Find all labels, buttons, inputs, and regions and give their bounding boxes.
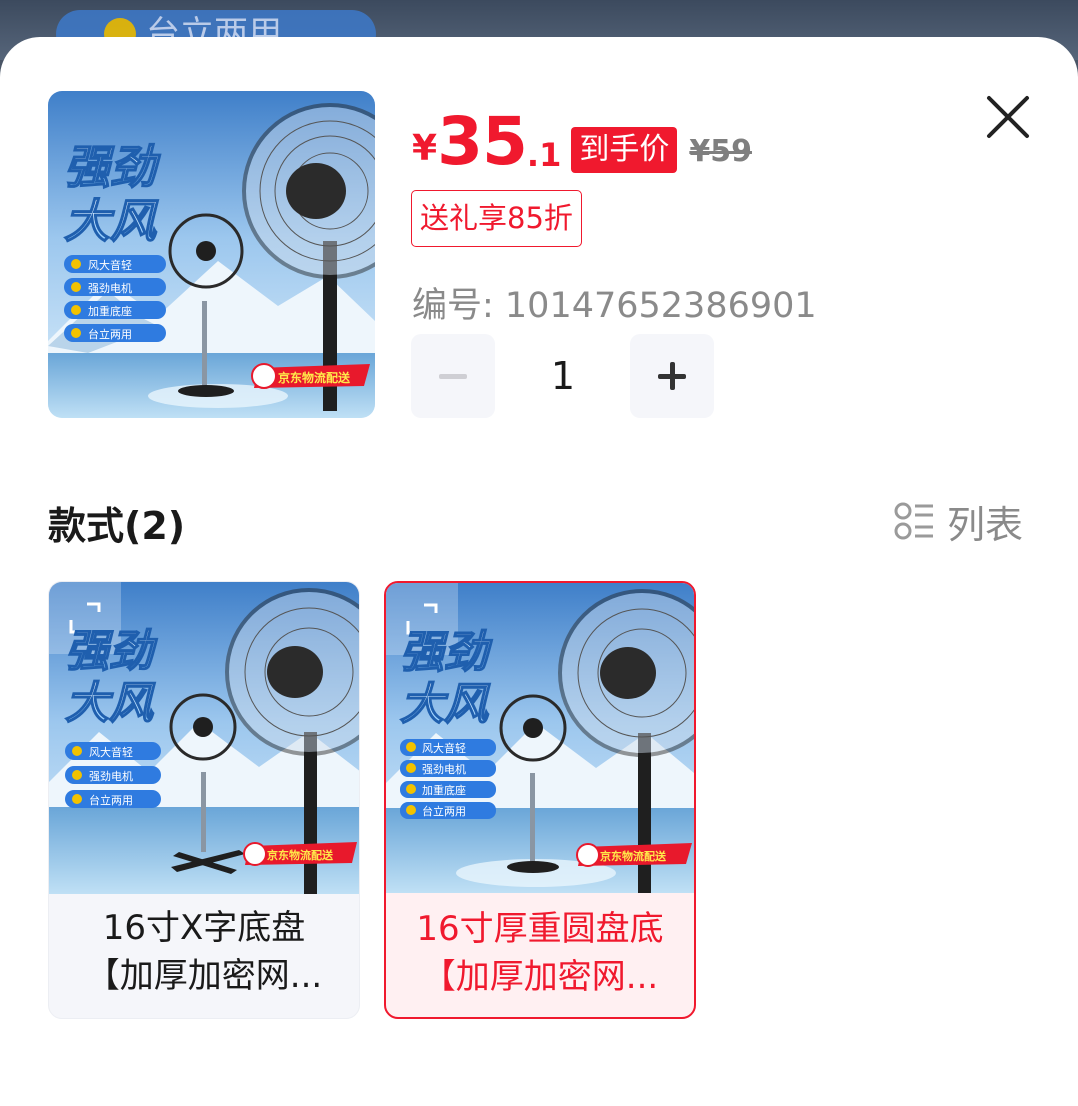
svg-text:台立两用: 台立两用 — [88, 327, 132, 341]
svg-text:台立两用: 台立两用 — [422, 804, 466, 818]
feature-pill: 加重底座 — [400, 781, 496, 798]
feature-pill: 强劲电机 — [65, 766, 161, 784]
quantity-stepper — [411, 334, 715, 418]
feature-pill: 风大音轻 — [64, 255, 166, 273]
quantity-input[interactable] — [521, 334, 605, 418]
svg-text:风大音轻: 风大音轻 — [88, 258, 132, 272]
feature-pill: 风大音轻 — [65, 742, 161, 760]
list-view-label: 列表 — [947, 502, 1024, 547]
svg-text:台立两用: 台立两用 — [89, 793, 133, 807]
feature-pill: 风大音轻 — [400, 739, 496, 756]
svg-text:强劲电机: 强劲电机 — [422, 762, 466, 776]
promo-tag: 送礼享85折 — [411, 190, 582, 247]
svg-text:强劲: 强劲 — [65, 626, 158, 677]
svg-text:强劲电机: 强劲电机 — [88, 281, 132, 295]
style-option-label: 16寸厚重圆盘底 【加厚加密网... — [416, 909, 664, 997]
svg-text:大风: 大风 — [65, 678, 156, 729]
feature-pill: 台立两用 — [64, 324, 166, 342]
svg-text:加重底座: 加重底座 — [422, 783, 466, 797]
delivery-badge: 京东物流配送 — [251, 363, 370, 389]
close-button[interactable] — [982, 91, 1034, 143]
delivery-badge: 京东物流配送 — [243, 842, 357, 866]
feature-pill: 台立两用 — [400, 802, 496, 819]
feature-pill: 强劲电机 — [400, 760, 496, 777]
headline-line-1: 强劲 — [64, 140, 161, 194]
style-option-card[interactable]: 强劲 大风 风大音轻 强劲电机 台立两用 京东物流配送 16寸X字底盘 【加厚加… — [48, 581, 360, 1019]
svg-text:加重底座: 加重底座 — [88, 304, 132, 318]
price-decimal: .1 — [526, 136, 562, 174]
product-image[interactable]: 强劲 大风 风大音轻 强劲电机 加重底座 台立两用 京东物流配送 — [48, 91, 375, 418]
list-view-toggle[interactable]: 列表 — [893, 495, 1023, 547]
decrease-button[interactable] — [411, 334, 495, 418]
close-icon — [987, 96, 1029, 138]
style-option-image: 强劲 大风 风大音轻 强劲电机 台立两用 京东物流配送 — [49, 582, 359, 894]
svg-text:大风: 大风 — [400, 679, 491, 730]
delivery-badge: 京东物流配送 — [576, 843, 692, 867]
sku-selector-sheet: 强劲 大风 风大音轻 强劲电机 加重底座 台立两用 京东物流配送 ¥ 35 .1… — [0, 37, 1078, 1106]
svg-text:强劲电机: 强劲电机 — [89, 769, 133, 783]
feature-pill: 强劲电机 — [64, 278, 166, 296]
price-integer: 35 — [437, 103, 528, 180]
currency-symbol: ¥ — [412, 128, 438, 169]
price-row: ¥ 35 .1 到手价 ¥59 — [412, 99, 752, 175]
headline-line-2: 大风 — [64, 194, 159, 248]
feature-pill: 台立两用 — [65, 790, 161, 808]
final-price-tag: 到手价 — [571, 127, 678, 173]
svg-text:京东物流配送: 京东物流配送 — [278, 370, 351, 385]
minus-icon — [439, 373, 467, 379]
svg-text:强劲: 强劲 — [400, 627, 493, 678]
original-price: ¥59 — [689, 134, 752, 169]
style-option-image: 强劲 大风 风大音轻 强劲电机 加重底座 台立两用 京东物流配送 — [386, 583, 694, 895]
svg-text:京东物流配送: 京东物流配送 — [600, 849, 667, 863]
styles-section-title: 款式(2) — [48, 504, 186, 548]
feature-pill: 加重底座 — [64, 301, 166, 319]
style-option-card-selected[interactable]: 强劲 大风 风大音轻 强劲电机 加重底座 台立两用 京东物流配送 16寸厚重圆盘… — [384, 581, 696, 1019]
svg-text:京东物流配送: 京东物流配送 — [267, 848, 334, 862]
list-view-icon — [894, 502, 933, 540]
svg-text:风大音轻: 风大音轻 — [422, 741, 466, 755]
increase-button[interactable] — [630, 334, 714, 418]
sku-number: 编号: 10147652386901 — [412, 286, 817, 326]
svg-text:风大音轻: 风大音轻 — [89, 745, 133, 759]
style-option-label: 16寸X字底盘 【加厚加密网... — [85, 908, 323, 996]
